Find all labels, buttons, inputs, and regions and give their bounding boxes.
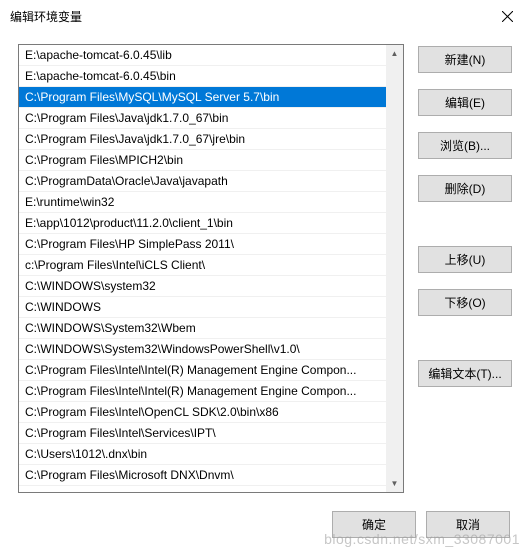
cancel-button[interactable]: 取消	[426, 511, 510, 538]
dialog-footer: 确定 取消	[0, 503, 526, 555]
move-down-button[interactable]: 下移(O)	[418, 289, 512, 316]
delete-button[interactable]: 删除(D)	[418, 175, 512, 202]
scroll-down-icon[interactable]: ▼	[386, 475, 403, 492]
edit-button[interactable]: 编辑(E)	[418, 89, 512, 116]
list-item[interactable]: E:\app\1012\product\11.2.0\client_1\bin	[19, 213, 403, 234]
list-item[interactable]: C:\Program Files\Microsoft DNX\Dnvm\	[19, 465, 403, 486]
edit-text-button[interactable]: 编辑文本(T)...	[418, 360, 512, 387]
new-button[interactable]: 新建(N)	[418, 46, 512, 73]
list-item[interactable]: C:\Program Files\Intel\Services\IPT\	[19, 423, 403, 444]
list-item[interactable]: C:\Program Files\MySQL\MySQL Server 5.7\…	[19, 87, 403, 108]
titlebar: 编辑环境变量	[0, 0, 526, 32]
close-icon[interactable]	[496, 5, 518, 27]
dialog-title: 编辑环境变量	[10, 8, 82, 25]
list-item[interactable]: E:\apache-tomcat-6.0.45\bin	[19, 66, 403, 87]
list-item[interactable]: C:\Program Files\Intel\Intel(R) Manageme…	[19, 381, 403, 402]
side-button-column: 新建(N) 编辑(E) 浏览(B)... 删除(D) 上移(U) 下移(O) 编…	[418, 44, 512, 493]
ok-button[interactable]: 确定	[332, 511, 416, 538]
list-item[interactable]: E:\apache-tomcat-6.0.45\lib	[19, 45, 403, 66]
dialog-content: E:\apache-tomcat-6.0.45\libE:\apache-tom…	[0, 32, 526, 503]
scrollbar[interactable]: ▲ ▼	[386, 45, 403, 492]
list-item[interactable]: C:\WINDOWS\System32\Wbem	[19, 318, 403, 339]
list-item[interactable]: C:\WINDOWS\System32\WindowsPowerShell\v1…	[19, 339, 403, 360]
list-item[interactable]: C:\Program Files\MPICH2\bin	[19, 150, 403, 171]
list-item[interactable]: C:\Users\1012\.dnx\bin	[19, 444, 403, 465]
dialog-window: 编辑环境变量 E:\apache-tomcat-6.0.45\libE:\apa…	[0, 0, 526, 555]
list-item[interactable]: C:\Program Files\HP SimplePass 2011\	[19, 234, 403, 255]
list-item[interactable]: c:\Program Files\Intel\iCLS Client\	[19, 255, 403, 276]
list-item[interactable]: C:\Program Files\Java\jdk1.7.0_67\bin	[19, 108, 403, 129]
list-item[interactable]: C:\WINDOWS\system32	[19, 276, 403, 297]
list-item[interactable]: C:\Program Files\Java\jdk1.7.0_67\jre\bi…	[19, 129, 403, 150]
list-item[interactable]: C:\WINDOWS	[19, 297, 403, 318]
move-up-button[interactable]: 上移(U)	[418, 246, 512, 273]
path-listbox[interactable]: E:\apache-tomcat-6.0.45\libE:\apache-tom…	[18, 44, 404, 493]
browse-button[interactable]: 浏览(B)...	[418, 132, 512, 159]
list-item[interactable]: E:\runtime\win32	[19, 192, 403, 213]
list-item[interactable]: C:\Program Files\Intel\OpenCL SDK\2.0\bi…	[19, 402, 403, 423]
list-item[interactable]: C:\ProgramData\Oracle\Java\javapath	[19, 171, 403, 192]
scroll-up-icon[interactable]: ▲	[386, 45, 403, 62]
list-item[interactable]: C:\Program Files\Intel\Intel(R) Manageme…	[19, 360, 403, 381]
